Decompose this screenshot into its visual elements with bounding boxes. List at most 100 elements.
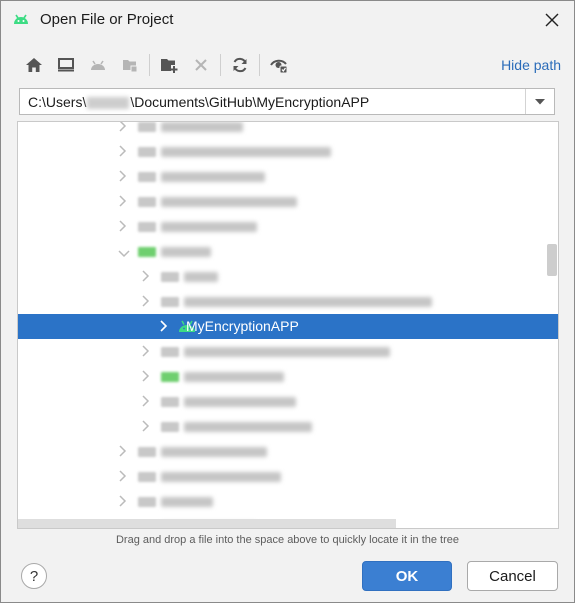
chevron-right-icon[interactable]	[118, 169, 128, 183]
chevron-right-icon[interactable]	[118, 494, 128, 508]
tree-row[interactable]	[18, 464, 558, 489]
chevron-right-icon[interactable]	[141, 294, 151, 308]
home-icon	[26, 58, 42, 72]
chevron-right-icon[interactable]	[118, 122, 128, 133]
redacted-label	[184, 422, 312, 432]
path-suffix: \Documents\GitHub\MyEncryptionAPP	[130, 94, 370, 110]
redacted-label	[184, 297, 432, 307]
folder-icon	[138, 222, 156, 232]
chevron-right-icon[interactable]	[159, 319, 169, 338]
folder-icon	[138, 147, 156, 157]
android-studio-icon	[11, 10, 31, 30]
chevron-right-icon[interactable]	[141, 344, 151, 358]
folder-icon	[138, 447, 156, 457]
redacted-label	[161, 147, 331, 157]
tree-row[interactable]	[18, 122, 558, 139]
file-tree[interactable]: MyEncryptionAPP	[17, 121, 559, 529]
tree-row-expanded[interactable]	[18, 239, 558, 264]
redacted-label	[161, 472, 281, 482]
open-file-dialog: Open File or Project Hide path C:\Users\…	[0, 0, 575, 603]
toolbar-separator	[220, 54, 221, 76]
redacted-label	[184, 272, 218, 282]
tree-row-selected[interactable]: MyEncryptionAPP	[18, 314, 558, 339]
folder-icon	[161, 297, 179, 307]
path-input[interactable]: C:\Users\ \Documents\GitHub\MyEncryptionA…	[28, 94, 369, 110]
chevron-down-icon	[535, 98, 545, 104]
module-icon	[123, 60, 138, 73]
hide-path-link[interactable]: Hide path	[501, 57, 561, 73]
folder-icon	[161, 422, 179, 432]
redacted-label	[184, 347, 390, 357]
drag-drop-hint: Drag and drop a file into the space abov…	[115, 534, 460, 546]
folder-icon	[161, 347, 179, 357]
show-hidden-button[interactable]	[266, 52, 292, 78]
chevron-right-icon[interactable]	[141, 369, 151, 383]
tree-row[interactable]	[18, 289, 558, 314]
close-button[interactable]	[536, 5, 568, 35]
tree-row[interactable]	[18, 414, 558, 439]
tree-row[interactable]	[18, 339, 558, 364]
home-button[interactable]	[21, 52, 47, 78]
vertical-scrollbar-thumb[interactable]	[547, 244, 557, 276]
chevron-right-icon[interactable]	[118, 219, 128, 233]
android-project-icon	[91, 60, 105, 70]
new-folder-icon	[161, 59, 178, 73]
tree-row[interactable]	[18, 264, 558, 289]
android-project-button[interactable]	[85, 52, 111, 78]
redacted-label	[161, 497, 213, 507]
tree-row[interactable]	[18, 164, 558, 189]
chevron-right-icon[interactable]	[118, 444, 128, 458]
ok-button[interactable]: OK	[362, 561, 452, 591]
close-icon	[545, 13, 559, 27]
module-button[interactable]	[117, 52, 143, 78]
redacted-label	[161, 247, 211, 257]
redacted-label	[184, 372, 284, 382]
tree-row[interactable]	[18, 189, 558, 214]
cancel-button[interactable]: Cancel	[467, 561, 558, 591]
title-bar: Open File or Project	[1, 1, 574, 39]
folder-icon	[161, 397, 179, 407]
folder-icon	[138, 497, 156, 507]
tree-row[interactable]	[18, 364, 558, 389]
desktop-button[interactable]	[53, 52, 79, 78]
dialog-title: Open File or Project	[40, 11, 174, 28]
chevron-down-icon[interactable]	[118, 246, 130, 260]
folder-icon	[138, 472, 156, 482]
chevron-right-icon[interactable]	[118, 144, 128, 158]
folder-icon	[138, 122, 156, 132]
chevron-right-icon[interactable]	[141, 269, 151, 283]
redacted-label	[161, 197, 297, 207]
android-folder-icon	[138, 247, 156, 257]
tree-row[interactable]	[18, 439, 558, 464]
redacted-label	[184, 397, 296, 407]
folder-icon	[138, 172, 156, 182]
delete-button[interactable]	[188, 52, 214, 78]
refresh-button[interactable]	[227, 52, 253, 78]
redacted-label	[161, 447, 267, 457]
tree-row[interactable]	[18, 389, 558, 414]
path-prefix: C:\Users\	[28, 94, 87, 110]
tree-row[interactable]	[18, 489, 558, 514]
chevron-right-icon[interactable]	[141, 419, 151, 433]
path-field[interactable]: C:\Users\ \Documents\GitHub\MyEncryptionA…	[19, 88, 555, 115]
toolbar	[21, 51, 298, 79]
tree-row-label: MyEncryptionAPP	[186, 318, 299, 334]
chevron-right-icon[interactable]	[141, 394, 151, 408]
path-dropdown-button[interactable]	[525, 89, 554, 114]
tree-row[interactable]	[18, 139, 558, 164]
help-button[interactable]: ?	[21, 563, 47, 589]
redacted-label	[161, 222, 257, 232]
chevron-right-icon[interactable]	[118, 469, 128, 483]
tree-row[interactable]	[18, 214, 558, 239]
new-folder-button[interactable]	[156, 52, 182, 78]
toolbar-separator	[259, 54, 260, 76]
desktop-icon	[58, 58, 74, 72]
android-folder-icon	[161, 372, 179, 382]
redacted-label	[161, 172, 265, 182]
horizontal-scrollbar-thumb[interactable]	[18, 519, 396, 528]
chevron-right-icon[interactable]	[118, 194, 128, 208]
toolbar-separator	[149, 54, 150, 76]
refresh-icon	[233, 57, 247, 73]
folder-icon	[138, 197, 156, 207]
folder-icon	[161, 272, 179, 282]
